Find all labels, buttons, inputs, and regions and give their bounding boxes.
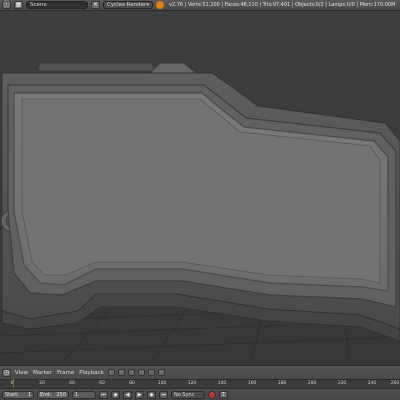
mesh-top-block-left bbox=[37, 62, 156, 72]
timeline-editor-icon[interactable]: ◷ bbox=[2, 368, 11, 377]
menu-marker[interactable]: Marker bbox=[32, 370, 53, 376]
ruler-tick: 260 bbox=[390, 381, 400, 386]
ruler-tick: 140 bbox=[217, 381, 227, 386]
sync-mode-dropdown[interactable]: No Sync bbox=[171, 390, 205, 399]
mesh-render bbox=[0, 62, 400, 365]
current-frame-field[interactable]: 1 bbox=[72, 390, 96, 399]
ruler-tick: 220 bbox=[337, 381, 347, 386]
close-icon[interactable]: ✕ bbox=[91, 1, 100, 9]
keyframe-toggle-1[interactable] bbox=[107, 369, 115, 376]
frame-ruler[interactable]: 0 20 40 60 80 100 120 140 160 180 200 22… bbox=[0, 379, 400, 388]
end-frame-value: 250 bbox=[56, 391, 66, 398]
jump-end-icon[interactable]: ⏭ bbox=[159, 390, 168, 399]
ruler-tick: 240 bbox=[367, 381, 377, 386]
ruler-tick: 200 bbox=[307, 381, 317, 386]
menu-playback[interactable]: Playback bbox=[78, 370, 105, 376]
ruler-tick: 20 bbox=[39, 381, 45, 386]
ruler-tick: 180 bbox=[277, 381, 287, 386]
play-icon[interactable]: ▶ bbox=[135, 390, 144, 399]
record-icon[interactable] bbox=[208, 390, 216, 399]
prev-keyframe-icon[interactable]: ◆ bbox=[111, 390, 120, 399]
keyframe-toggle-6[interactable] bbox=[157, 369, 165, 376]
keyframe-toggle-4[interactable] bbox=[137, 369, 145, 376]
keyframe-toggle-5[interactable] bbox=[147, 369, 155, 376]
ruler-tick: 40 bbox=[69, 381, 75, 386]
menu-view[interactable]: View bbox=[14, 370, 29, 376]
keying-set-icon[interactable]: ⚿ bbox=[219, 390, 228, 399]
keyframe-toggle-3[interactable] bbox=[127, 369, 135, 376]
scene-stats: v2.76 | Verts:51,200 | Faces:48,110 | Tr… bbox=[169, 2, 396, 8]
current-frame-value: 1 bbox=[75, 391, 79, 398]
ruler-tick: 100 bbox=[157, 381, 167, 386]
start-frame-value: 1 bbox=[27, 391, 31, 398]
end-frame-field[interactable]: End: 250 bbox=[37, 390, 69, 399]
playback-bar: Start: 1 End: 250 1 ⏮ ◆ ◀ ▶ ◆ ⏭ No Sync … bbox=[0, 388, 400, 400]
scene-selector[interactable]: Scene bbox=[26, 1, 88, 9]
mesh-top-block-right bbox=[148, 62, 198, 74]
jump-start-icon[interactable]: ⏮ bbox=[99, 390, 108, 399]
layout-icon[interactable]: ▦ bbox=[14, 1, 23, 9]
timeline-header: ◷ View Marker Frame Playback bbox=[0, 365, 400, 379]
blender-logo-icon bbox=[156, 1, 164, 9]
menu-frame[interactable]: Frame bbox=[56, 370, 75, 376]
ruler-tick: 120 bbox=[187, 381, 197, 386]
start-frame-field[interactable]: Start: 1 bbox=[2, 390, 34, 399]
start-frame-label: Start: bbox=[5, 391, 19, 398]
editor-type-icon[interactable]: ⓘ bbox=[2, 1, 11, 9]
ruler-tick: 160 bbox=[247, 381, 257, 386]
ruler-tick: 80 bbox=[129, 381, 135, 386]
3d-viewport[interactable] bbox=[0, 11, 400, 365]
info-header: ⓘ ▦ Scene ✕ Cycles Render v2.76 | Verts:… bbox=[0, 0, 400, 11]
next-keyframe-icon[interactable]: ◆ bbox=[147, 390, 156, 399]
end-frame-label: End: bbox=[40, 391, 52, 398]
render-engine-dropdown[interactable]: Cycles Render bbox=[103, 1, 153, 9]
play-reverse-icon[interactable]: ◀ bbox=[123, 390, 132, 399]
ruler-tick: 60 bbox=[99, 381, 105, 386]
keyframe-toggle-2[interactable] bbox=[117, 369, 125, 376]
